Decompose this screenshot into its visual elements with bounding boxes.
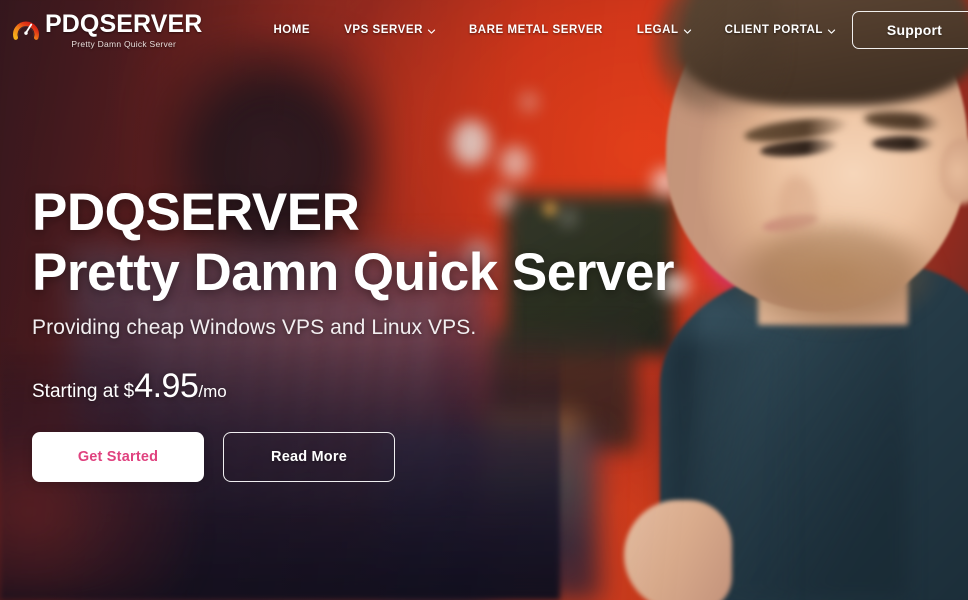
- read-more-button[interactable]: Read More: [223, 432, 395, 483]
- hero-title-line-1: PDQSERVER: [32, 183, 360, 242]
- nav-item-vps-server[interactable]: VPS SERVER: [327, 16, 452, 44]
- background-light-orb: [520, 92, 538, 112]
- nav-item-client-portal[interactable]: CLIENT PORTAL: [708, 16, 852, 44]
- chevron-down-icon: [427, 27, 436, 35]
- nav-label: VPS SERVER: [344, 24, 423, 36]
- main-navigation: HOME VPS SERVER BARE METAL SERVER LEGAL …: [256, 16, 851, 44]
- nav-item-bare-metal-server[interactable]: BARE METAL SERVER: [452, 16, 620, 44]
- get-started-button[interactable]: Get Started: [32, 432, 204, 483]
- hero-content: PDQSERVER Pretty Damn Quick Server Provi…: [32, 183, 674, 483]
- nav-item-home[interactable]: HOME: [256, 16, 327, 44]
- price-period: /mo: [198, 382, 227, 402]
- hero-price: Starting at $ 4.95 /mo: [32, 367, 674, 406]
- site-header: PDQSERVER Pretty Damn Quick Server HOME …: [0, 0, 968, 60]
- nav-label: LEGAL: [636, 24, 679, 36]
- nav-label: CLIENT PORTAL: [724, 24, 823, 36]
- brand-name: PDQSERVER: [45, 9, 203, 38]
- chevron-down-icon: [683, 27, 691, 35]
- price-currency: $: [123, 381, 135, 403]
- speedometer-gauge-icon: [13, 21, 39, 40]
- hero-cta-row: Get Started Read More: [32, 432, 674, 483]
- chevron-down-icon: [827, 27, 836, 35]
- nav-label: HOME: [273, 24, 311, 36]
- support-button[interactable]: Support: [851, 11, 968, 49]
- brand-tagline: Pretty Damn Quick Server: [71, 38, 177, 49]
- hero-section: PDQSERVER Pretty Damn Quick Server HOME …: [0, 0, 968, 600]
- nav-label: BARE METAL SERVER: [468, 24, 603, 36]
- brand-logo-link[interactable]: PDQSERVER Pretty Damn Quick Server: [12, 9, 203, 49]
- price-prefix: Starting at: [32, 381, 119, 403]
- price-amount: 4.95: [134, 367, 199, 406]
- nav-item-legal[interactable]: LEGAL: [620, 16, 708, 44]
- background-light-orb: [500, 146, 530, 180]
- hero-subtitle: Providing cheap Windows VPS and Linux VP…: [32, 316, 477, 340]
- background-light-orb: [452, 120, 490, 166]
- hero-title-line-2: Pretty Damn Quick Server: [32, 243, 674, 303]
